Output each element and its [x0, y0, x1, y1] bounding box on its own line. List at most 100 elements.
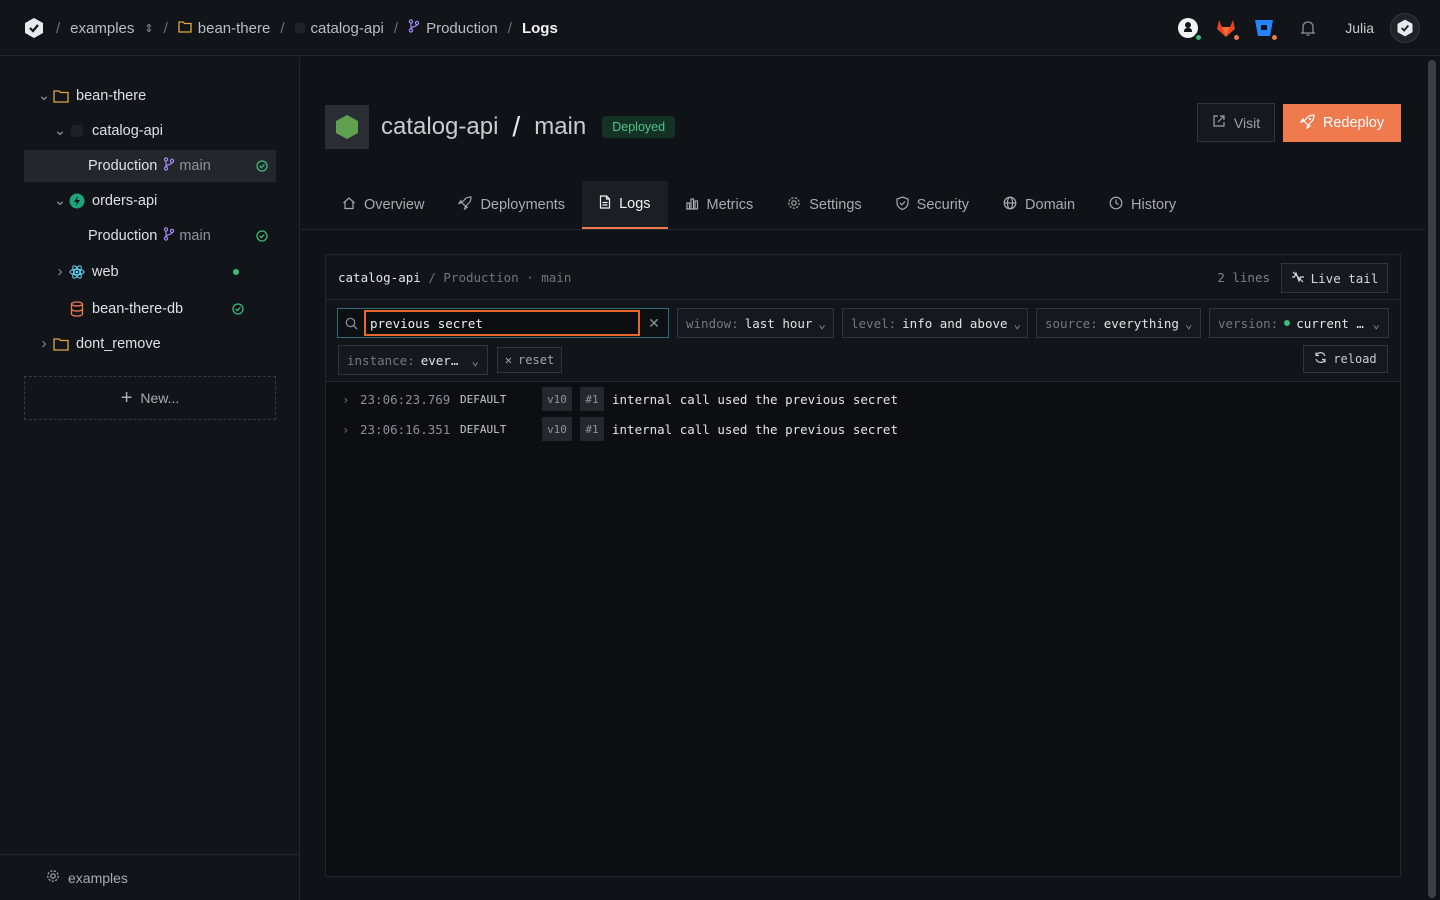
visit-button-label: Visit: [1233, 114, 1261, 131]
live-tail-label: Live tail: [1310, 270, 1379, 286]
chevron-right-icon[interactable]: ›: [342, 422, 350, 437]
tree-item-catalog-api-production[interactable]: Production main: [24, 150, 276, 182]
avatar[interactable]: [1390, 13, 1420, 43]
source-filter[interactable]: source: everything ⌄: [1036, 308, 1201, 338]
bitbucket-icon[interactable]: [1253, 17, 1280, 42]
chevron-down-icon[interactable]: ⌄: [52, 193, 68, 209]
tree-item-label: Production: [88, 228, 158, 244]
title-branch: main: [534, 113, 587, 140]
tab-label: Logs: [619, 196, 651, 212]
log-entry[interactable]: › 23:06:16.351 DEFAULT v10 #1 internal c…: [326, 415, 1400, 443]
new-button[interactable]: + New...: [24, 376, 276, 420]
clear-search-icon[interactable]: ✕: [640, 315, 668, 332]
tree-item-dont-remove[interactable]: › dont_remove: [24, 328, 276, 360]
tree-item-branch: main: [163, 157, 211, 175]
tab-label: Overview: [364, 197, 425, 213]
plus-icon: +: [120, 386, 133, 409]
react-icon: [68, 263, 86, 281]
status-dot: [1284, 320, 1291, 326]
chevron-down-icon[interactable]: ⌄: [52, 123, 68, 139]
chevron-down-icon[interactable]: ⌄: [36, 88, 52, 104]
search-icon: [338, 317, 364, 330]
tree-item-catalog-api[interactable]: ⌄ catalog-api: [24, 115, 276, 147]
bell-icon[interactable]: [1297, 17, 1319, 39]
chevron-right-icon[interactable]: ›: [36, 336, 52, 352]
instance-filter[interactable]: instance: ever… ⌄: [338, 345, 488, 375]
window-filter[interactable]: window: last hour ⌄: [677, 308, 834, 338]
tree-item-bean-there-db[interactable]: bean-there-db: [24, 293, 276, 325]
rocket-icon: [457, 196, 473, 214]
breadcrumb-current-page: Logs: [521, 19, 558, 37]
tab-deployments[interactable]: Deployments: [441, 181, 582, 229]
live-tail-button[interactable]: Live tail: [1281, 263, 1388, 293]
reset-button[interactable]: ✕ reset: [497, 347, 562, 373]
breadcrumb-project[interactable]: bean-there: [178, 20, 270, 37]
sidebar-footer[interactable]: examples: [0, 854, 300, 900]
log-source-service: catalog-api: [338, 270, 421, 285]
breadcrumb-service[interactable]: catalog-api: [294, 19, 384, 37]
git-branch-icon: [163, 157, 175, 175]
breadcrumb-team-label: examples: [70, 19, 135, 37]
tree-item-orders-api-production[interactable]: Production main: [24, 220, 276, 252]
log-panel: catalog-api / Production · main 2 lines …: [325, 254, 1401, 877]
tree-item-label: orders-api: [92, 193, 158, 209]
filter-value: everything: [1103, 315, 1179, 331]
tree-item-bean-there[interactable]: ⌄ bean-there: [24, 80, 276, 112]
log-instance-tag: #1: [580, 417, 604, 441]
level-filter[interactable]: level: info and above ⌄: [842, 308, 1028, 338]
check-circle-icon: [232, 303, 244, 315]
visit-button[interactable]: Visit: [1197, 103, 1275, 142]
breadcrumb-service-label: catalog-api: [310, 19, 384, 37]
tab-label: Deployments: [480, 197, 566, 213]
gear-icon: [787, 196, 801, 214]
lightning-icon: [68, 192, 86, 210]
gitlab-status-dot: [1232, 33, 1242, 42]
tab-history[interactable]: History: [1092, 181, 1193, 229]
service-icon: [68, 122, 86, 140]
filter-key: instance:: [347, 352, 415, 368]
user-name[interactable]: Julia: [1345, 20, 1374, 36]
check-circle-icon: [256, 230, 268, 242]
version-filter[interactable]: version: current … ⌄: [1209, 308, 1389, 338]
globe-icon: [1003, 196, 1017, 214]
chevron-up-down-icon: ⇕: [144, 22, 154, 35]
tab-logs[interactable]: Logs: [582, 181, 668, 229]
tab-settings[interactable]: Settings: [770, 181, 878, 229]
chevron-down-icon: ⌄: [818, 315, 826, 331]
tab-domain[interactable]: Domain: [986, 181, 1092, 229]
breadcrumb-team[interactable]: examples ⇕: [70, 20, 153, 37]
log-entry[interactable]: › 23:06:23.769 DEFAULT v10 #1 internal c…: [326, 385, 1400, 413]
tree-item-web[interactable]: › web: [24, 256, 276, 288]
reload-button[interactable]: reload: [1303, 345, 1388, 373]
page-scrollbar[interactable]: [1428, 60, 1436, 898]
chevron-right-icon[interactable]: ›: [52, 264, 68, 280]
tree-item-label: catalog-api: [92, 123, 163, 139]
chevron-right-icon[interactable]: ›: [342, 392, 350, 407]
tab-security[interactable]: Security: [879, 181, 986, 229]
tree-item-orders-api[interactable]: ⌄ orders-api: [24, 185, 276, 217]
tab-metrics[interactable]: Metrics: [668, 181, 771, 229]
tab-overview[interactable]: Overview: [325, 181, 441, 229]
git-branch-icon: [408, 19, 420, 37]
filter-key: version:: [1218, 315, 1279, 331]
search-input[interactable]: [364, 310, 640, 336]
bitbucket-status-dot: [1270, 33, 1280, 42]
github-status-dot: [1194, 33, 1204, 42]
rocket-icon: [1299, 113, 1315, 133]
log-panel-header: catalog-api / Production · main 2 lines …: [326, 255, 1400, 300]
app-logo-icon[interactable]: [22, 16, 46, 40]
title-service: catalog-api: [381, 113, 499, 140]
tab-bar: Overview Deployments Logs Metrics Settin…: [325, 181, 1193, 229]
github-icon[interactable]: [1177, 17, 1204, 42]
breadcrumb-environment[interactable]: Production: [408, 19, 498, 37]
top-bar: / examples ⇕ / bean-there / catalog-api …: [0, 0, 1440, 56]
gitlab-icon[interactable]: [1215, 17, 1242, 42]
service-icon: [294, 23, 305, 33]
shield-icon: [896, 196, 909, 214]
refresh-icon: [1314, 351, 1327, 367]
check-circle-icon: [256, 160, 268, 172]
folder-icon: [178, 20, 192, 37]
redeploy-button[interactable]: Redeploy: [1283, 104, 1401, 142]
redeploy-button-label: Redeploy: [1322, 115, 1385, 131]
database-icon: [68, 300, 86, 318]
